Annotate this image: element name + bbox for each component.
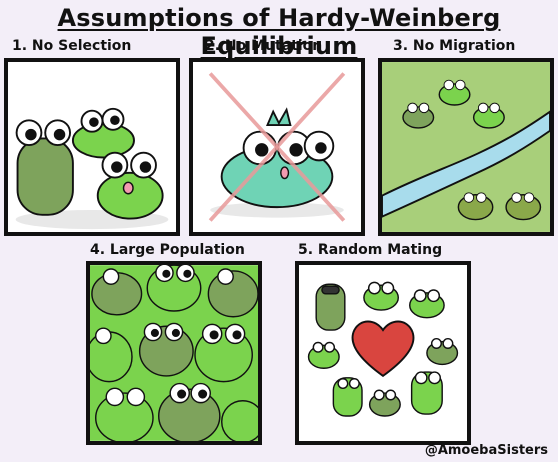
heart-icon <box>351 320 415 378</box>
author-handle: @AmoebaSisters <box>424 443 548 458</box>
random-mating-panel <box>295 261 471 445</box>
frog-dark-icon <box>15 119 74 216</box>
frog-small-icon <box>96 151 164 220</box>
no-mutation-panel <box>189 58 365 236</box>
large-population-panel <box>86 261 262 445</box>
frog-crowd-icon <box>90 265 258 441</box>
panel-4-label: 4. Large Population <box>90 242 245 258</box>
panel-5-label: 5. Random Mating <box>298 242 443 258</box>
no-selection-panel <box>4 58 180 236</box>
panel-2-label: 2. No Mutation <box>205 38 323 54</box>
panel-1-label: 1. No Selection <box>12 38 132 54</box>
panel-3-label: 3. No Migration <box>393 38 516 54</box>
random-mating-illustration <box>307 281 459 417</box>
no-migration-panel <box>378 58 554 236</box>
no-migration-illustration <box>382 62 550 232</box>
no-selection-illustration <box>15 107 169 230</box>
no-mutation-illustration <box>208 72 346 222</box>
frog-light-icon <box>71 107 135 159</box>
large-population-illustration <box>90 265 258 441</box>
